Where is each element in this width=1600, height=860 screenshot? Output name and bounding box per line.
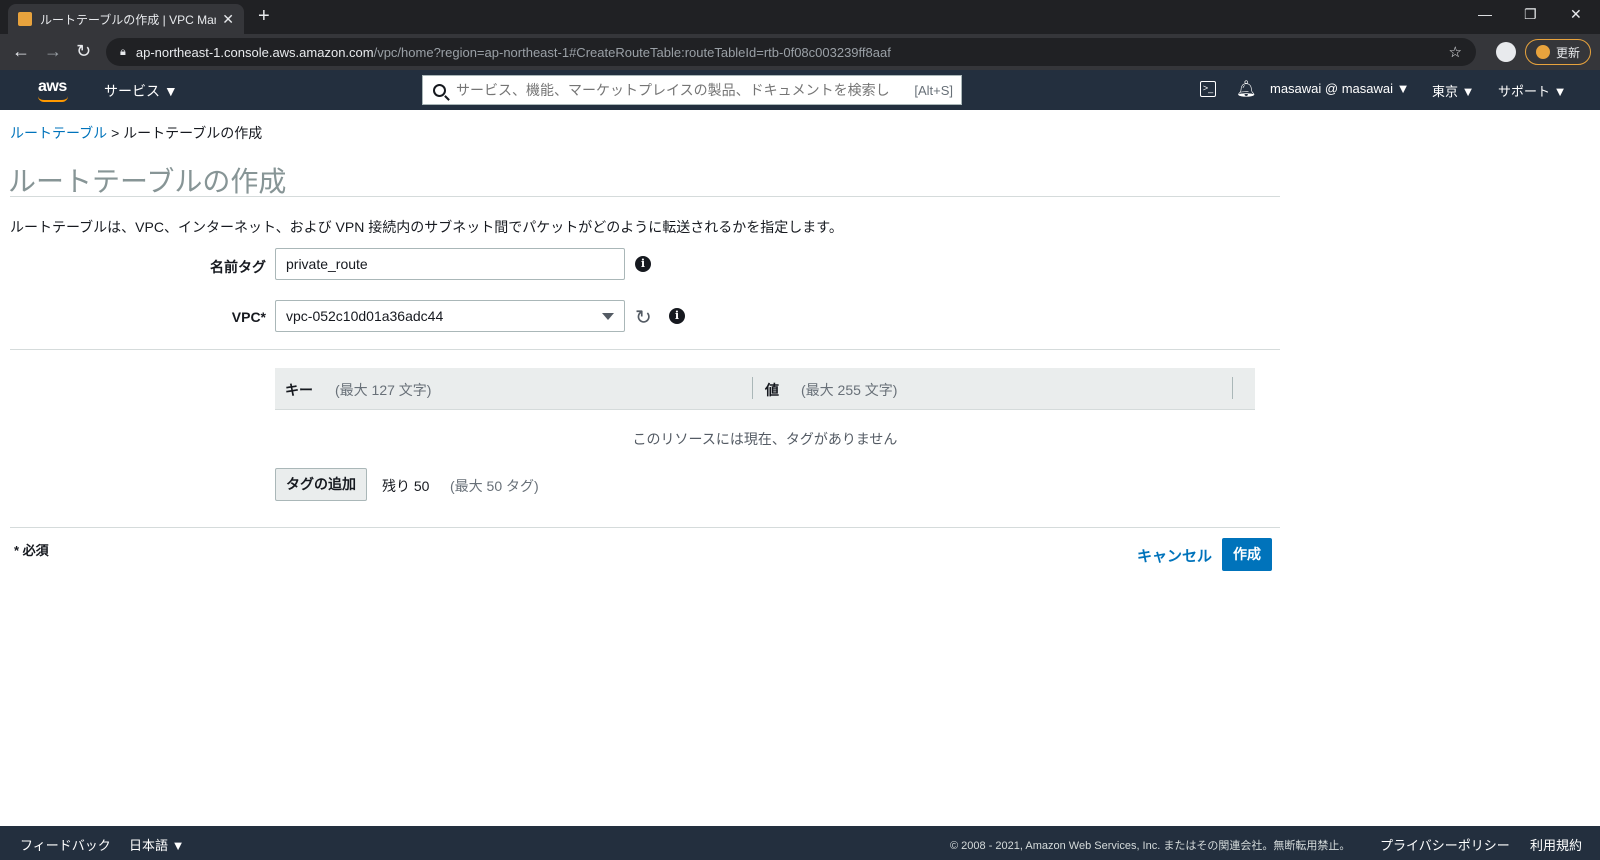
breadcrumb-route-tables[interactable]: ルートテーブル bbox=[10, 125, 107, 141]
tags-remaining: 残り 50 bbox=[382, 478, 430, 494]
tags-max: (最大 50 タグ) bbox=[450, 478, 539, 494]
minimize-icon[interactable]: — bbox=[1478, 6, 1492, 22]
vpc-info-icon[interactable]: i bbox=[669, 308, 685, 324]
url-field[interactable]: 🔒︎ ap-northeast-1.console.aws.amazon.com… bbox=[106, 38, 1476, 66]
back-icon[interactable]: ← bbox=[12, 41, 30, 62]
aws-smile-icon bbox=[38, 96, 68, 102]
name-tag-input[interactable]: private_route bbox=[275, 248, 625, 280]
account-menu[interactable]: masawai @ masawai ▼ bbox=[1270, 81, 1410, 96]
url-path: /vpc/home?region=ap-northeast-1#CreateRo… bbox=[373, 44, 891, 60]
bookmark-star-icon[interactable]: ☆ bbox=[1449, 43, 1462, 61]
region-menu[interactable]: 東京 ▼ bbox=[1432, 81, 1474, 100]
terms-link[interactable]: 利用規約 bbox=[1530, 835, 1582, 854]
key-column-header: キー (最大 127 文字) bbox=[285, 380, 431, 400]
vpc-select-value: vpc-052c10d01a36adc44 bbox=[286, 308, 444, 324]
tags-empty-message: このリソースには現在、タグがありません bbox=[632, 431, 898, 447]
browser-tab[interactable]: ルートテーブルの作成 | VPC Manager ✕ bbox=[8, 4, 244, 34]
page-description: ルートテーブルは、VPC、インターネット、および VPN 接続内のサブネット間で… bbox=[10, 219, 843, 235]
form-divider bbox=[10, 349, 1280, 350]
tags-table-header: キー (最大 127 文字) 値 (最大 255 文字) bbox=[275, 368, 1255, 410]
new-tab-icon[interactable]: + bbox=[258, 5, 270, 28]
search-icon bbox=[433, 83, 446, 97]
breadcrumb: ルートテーブル > ルートテーブルの作成 bbox=[10, 123, 262, 143]
aws-favicon-icon bbox=[18, 12, 32, 26]
vpc-label: VPC* bbox=[231, 309, 266, 325]
column-divider bbox=[1232, 377, 1233, 399]
column-divider bbox=[752, 377, 753, 399]
forward-icon[interactable]: → bbox=[44, 41, 62, 62]
address-bar: ← → ↻ 🔒︎ ap-northeast-1.console.aws.amaz… bbox=[0, 34, 1600, 70]
update-label: 更新 bbox=[1556, 45, 1581, 60]
aws-logo[interactable]: aws bbox=[38, 78, 68, 102]
browser-tab-bar: ルートテーブルの作成 | VPC Manager ✕ + — ❐ ✕ bbox=[0, 0, 1600, 34]
search-box[interactable]: [Alt+S] bbox=[422, 75, 962, 105]
reload-icon[interactable]: ↻ bbox=[76, 41, 91, 62]
value-header-limit: (最大 255 文字) bbox=[801, 382, 898, 398]
chevron-down-icon bbox=[602, 313, 614, 320]
aws-top-nav: aws サービス ▼ [Alt+S] >_ 🔔︎ masawai @ masaw… bbox=[0, 70, 1600, 110]
support-menu[interactable]: サポート ▼ bbox=[1498, 81, 1566, 100]
page-title: ルートテーブルの作成 bbox=[8, 166, 287, 197]
name-tag-label: 名前タグ bbox=[210, 259, 266, 275]
search-shortcut-hint: [Alt+S] bbox=[914, 82, 953, 98]
vpc-select[interactable]: vpc-052c10d01a36adc44 bbox=[275, 300, 625, 332]
breadcrumb-current: ルートテーブルの作成 bbox=[123, 125, 263, 141]
required-note: * 必須 bbox=[14, 543, 49, 558]
create-button[interactable]: 作成 bbox=[1222, 538, 1272, 571]
feedback-link[interactable]: フィードバック bbox=[20, 835, 111, 854]
value-header-label: 値 bbox=[765, 382, 779, 398]
url-host: ap-northeast-1.console.aws.amazon.com bbox=[135, 44, 374, 60]
notifications-bell-icon[interactable]: 🔔︎ bbox=[1236, 79, 1256, 99]
cancel-button[interactable]: キャンセル bbox=[1137, 545, 1212, 566]
language-select[interactable]: 日本語 ▼ bbox=[129, 835, 184, 854]
privacy-link[interactable]: プライバシーポリシー bbox=[1380, 835, 1510, 854]
update-icon bbox=[1536, 45, 1550, 59]
search-input[interactable] bbox=[456, 82, 915, 98]
footer: フィードバック 日本語 ▼ © 2008 - 2021, Amazon Web … bbox=[0, 826, 1600, 860]
restore-icon[interactable]: ❐ bbox=[1524, 6, 1537, 23]
key-header-limit: (最大 127 文字) bbox=[335, 382, 432, 398]
profile-avatar-icon[interactable] bbox=[1496, 42, 1516, 62]
close-tab-icon[interactable]: ✕ bbox=[222, 11, 234, 28]
update-button[interactable]: 更新 bbox=[1525, 39, 1591, 65]
actions-divider bbox=[10, 527, 1280, 528]
cloudshell-icon[interactable]: >_ bbox=[1200, 81, 1216, 97]
breadcrumb-separator: > bbox=[111, 125, 120, 141]
name-tag-info-icon[interactable]: i bbox=[635, 256, 651, 272]
copyright: © 2008 - 2021, Amazon Web Services, Inc.… bbox=[950, 840, 1351, 852]
value-column-header: 値 (最大 255 文字) bbox=[765, 380, 897, 400]
services-menu[interactable]: サービス ▼ bbox=[104, 81, 178, 101]
key-header-label: キー bbox=[285, 382, 313, 398]
tab-title: ルートテーブルの作成 | VPC Manager bbox=[40, 12, 216, 27]
lock-icon: 🔒︎ bbox=[120, 45, 126, 58]
add-tag-button[interactable]: タグの追加 bbox=[275, 468, 367, 501]
refresh-icon[interactable]: ↻ bbox=[635, 305, 652, 330]
title-divider bbox=[10, 196, 1280, 197]
close-window-icon[interactable]: ✕ bbox=[1570, 6, 1582, 23]
aws-logo-text: aws bbox=[38, 78, 67, 95]
